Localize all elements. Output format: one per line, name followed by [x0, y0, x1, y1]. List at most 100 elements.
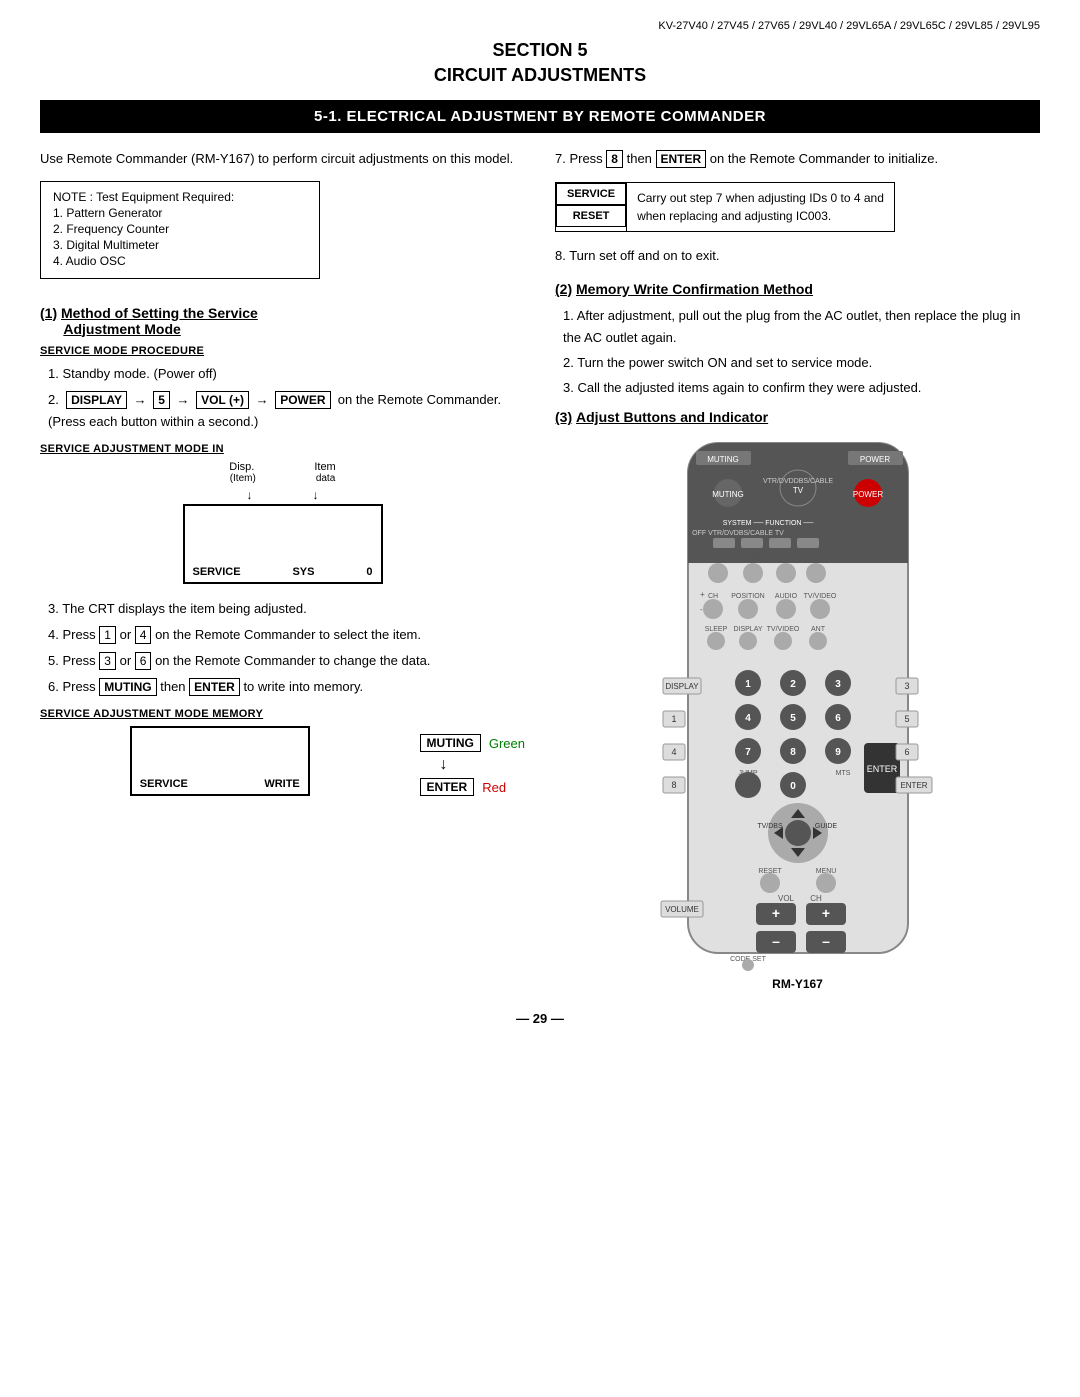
step-2: 2. DISPLAY → 5 → VOL (+) → POWER on the …	[48, 389, 525, 433]
write-screen: SERVICE WRITE	[130, 726, 310, 796]
svg-text:9: 9	[835, 747, 841, 758]
muting-col: MUTING Green ↓ ENTER Red	[420, 734, 525, 796]
s2-step-2: 2. Turn the power switch ON and set to s…	[563, 352, 1040, 374]
section-number: SECTION 5	[40, 40, 1040, 61]
note-item-3: 3. Digital Multimeter	[53, 238, 307, 252]
svg-text:6: 6	[904, 747, 909, 757]
svg-text:ANT: ANT	[811, 626, 826, 633]
section3-area: (3) Adjust Buttons and Indicator MUTING …	[555, 409, 1040, 991]
svg-text:0: 0	[790, 781, 796, 792]
svg-text:SWAP: SWAP	[775, 556, 796, 563]
svg-text:4: 4	[745, 713, 751, 724]
svg-text:TV: TV	[792, 486, 803, 495]
s2-step-1: 1. After adjustment, pull out the plug f…	[563, 305, 1040, 349]
item-label: Item	[314, 461, 335, 473]
steps-3-6: 3. The CRT displays the item being adjus…	[40, 598, 525, 698]
data-sublabel: data	[316, 473, 335, 484]
intro-text: Use Remote Commander (RM-Y167) to perfor…	[40, 149, 525, 169]
section-title: CIRCUIT ADJUSTMENTS	[40, 65, 1040, 86]
muting-enter-area: MUTING Green ↓ ENTER Red	[420, 734, 525, 796]
memory-heading: SERVICE ADJUSTMENT MODE MEMORY	[40, 708, 525, 720]
svg-text:4: 4	[671, 747, 676, 757]
screen-service-label: SERVICE	[193, 566, 241, 578]
svg-text:ENTER: ENTER	[866, 764, 897, 774]
screen-num: 0	[366, 566, 372, 578]
service-reset-buttons: SERVICE RESET	[556, 183, 627, 231]
svg-text:DISPLAY: DISPLAY	[733, 626, 762, 633]
svg-text:TV/VIDEO: TV/VIDEO	[803, 593, 836, 600]
step-8: 8. Turn set off and on to exit.	[555, 246, 1040, 267]
service-adj-mode-area: SERVICE ADJUSTMENT MODE IN Disp. Item (I…	[40, 443, 525, 584]
adj-mode-heading: SERVICE ADJUSTMENT MODE IN	[40, 443, 525, 455]
svg-text:POWER: POWER	[859, 455, 889, 464]
svg-text:–: –	[822, 933, 830, 949]
service-btn: SERVICE	[556, 183, 626, 205]
svg-text:VOL: VOL	[777, 894, 794, 903]
enter-color: Red	[482, 780, 506, 795]
svg-text:VOLUME: VOLUME	[665, 905, 699, 914]
svg-text:POSITION: POSITION	[731, 593, 764, 600]
note-item-2: 2. Frequency Counter	[53, 222, 307, 236]
svg-text:3: 3	[904, 681, 909, 691]
service-reset-area: SERVICE RESET Carry out step 7 when adju…	[555, 182, 895, 232]
left-column: Use Remote Commander (RM-Y167) to perfor…	[40, 149, 525, 991]
svg-text:VTR/DVDDBS/CABLE: VTR/DVDDBS/CABLE	[762, 478, 832, 485]
screen-sys-label: SYS	[292, 566, 314, 578]
svg-text:6: 6	[835, 713, 841, 724]
remote-area: MUTING POWER MUTING VTR/DVDDBS/CABLE TV …	[555, 433, 1040, 991]
svg-text:–: –	[772, 933, 780, 949]
svg-text:1: 1	[745, 679, 751, 690]
note-title: NOTE : Test Equipment Required:	[53, 190, 307, 204]
svg-text:TV/VIDEO: TV/VIDEO	[766, 626, 799, 633]
svg-text:8: 8	[790, 747, 796, 758]
svg-text:+: +	[771, 905, 779, 921]
section3-heading: (3) Adjust Buttons and Indicator	[555, 409, 1040, 425]
note-box: NOTE : Test Equipment Required: 1. Patte…	[40, 181, 320, 279]
step-3: 3. The CRT displays the item being adjus…	[48, 598, 525, 620]
section2-steps: 1. After adjustment, pull out the plug f…	[555, 305, 1040, 399]
down-arrow: ↓	[440, 756, 448, 774]
svg-text:+: +	[700, 590, 705, 599]
screen-content: SERVICE SYS 0	[193, 566, 373, 578]
svg-text:GUIDE: GUIDE	[814, 823, 837, 830]
svg-text:TV/DBS: TV/DBS	[757, 823, 783, 830]
svg-text:POWER: POWER	[852, 490, 882, 499]
remote-svg: MUTING POWER MUTING VTR/DVDDBS/CABLE TV …	[658, 433, 938, 973]
write-label: WRITE	[264, 778, 299, 790]
disp-label: Disp.	[229, 461, 254, 473]
svg-text:OFF VTR/DVDBS/CABLE TV: OFF VTR/DVDBS/CABLE TV	[692, 530, 784, 537]
remote-label: RM-Y167	[772, 977, 823, 991]
item-arrow: ↓	[313, 488, 319, 502]
model-numbers: KV-27V40 / 27V45 / 27V65 / 29VL40 / 29VL…	[40, 20, 1040, 32]
note-item-1: 1. Pattern Generator	[53, 206, 307, 220]
svg-text:MTS: MTS	[835, 770, 850, 777]
svg-text:MUTING: MUTING	[707, 455, 739, 464]
main-heading: 5-1. ELECTRICAL ADJUSTMENT BY REMOTE COM…	[40, 100, 1040, 133]
muting-label: MUTING	[420, 734, 481, 752]
svg-text:AUDIO: AUDIO	[774, 593, 797, 600]
muting-color: Green	[489, 736, 525, 751]
svg-text:PIP: PIP	[810, 556, 822, 563]
service-screen: SERVICE SYS 0	[183, 504, 383, 584]
svg-text:FREEZE: FREEZE	[739, 556, 767, 563]
right-column: 7. Press 8 then ENTER on the Remote Comm…	[555, 149, 1040, 991]
section1-heading: (1) Method of Setting the Service Adjust…	[40, 305, 525, 337]
enter-label: ENTER	[420, 778, 475, 796]
service-reset-description: Carry out step 7 when adjusting IDs 0 to…	[627, 183, 894, 231]
svg-text:+: +	[821, 905, 829, 921]
svg-text:SLEEP: SLEEP	[704, 626, 727, 633]
svg-text:CH: CH	[810, 894, 822, 903]
svg-text:5: 5	[904, 714, 909, 724]
note-item-4: 4. Audio OSC	[53, 254, 307, 268]
svg-text:5: 5	[790, 713, 796, 724]
step-6: 6. Press MUTING then ENTER to write into…	[48, 676, 525, 698]
write-service-label: SERVICE	[140, 778, 188, 790]
page-number: — 29 —	[40, 1011, 1040, 1026]
svg-text:-: -	[700, 605, 703, 614]
svg-text:7: 7	[745, 747, 751, 758]
section2-heading: (2) Memory Write Confirmation Method	[555, 281, 1040, 297]
disp-sublabel: (Item)	[230, 473, 256, 484]
svg-text:2: 2	[790, 679, 796, 690]
svg-text:CH: CH	[707, 593, 717, 600]
svg-text:MUTING: MUTING	[712, 490, 744, 499]
